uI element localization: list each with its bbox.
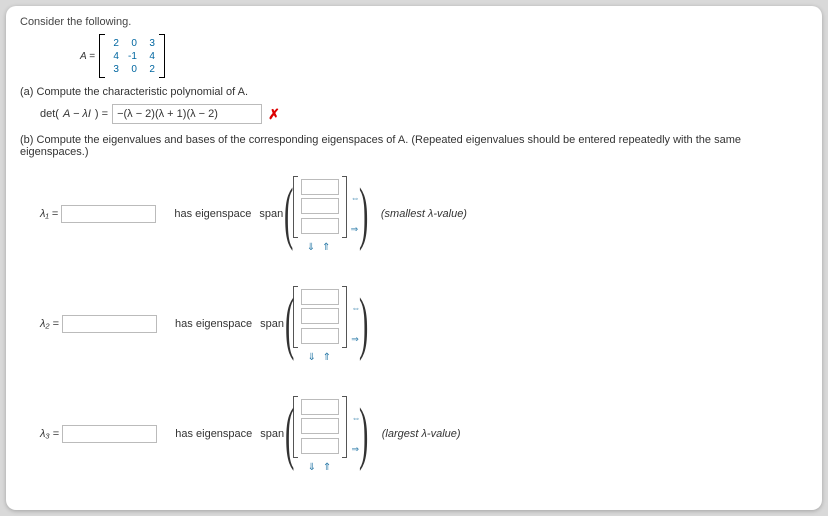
bracket-left xyxy=(99,34,105,78)
matrix-cell: 0 xyxy=(127,64,137,75)
part-b: (b) Compute the eigenvalues and bases of… xyxy=(20,134,808,484)
matrix-cell: 3 xyxy=(145,38,155,49)
eigvec1-entry-1[interactable] xyxy=(301,179,339,195)
span-text: span xyxy=(260,318,284,330)
incorrect-mark-icon: ✗ xyxy=(268,106,280,123)
lambda2-label: λ₂ xyxy=(40,318,50,330)
eigen-row-2: λ₂ = has eigenspace span ( ⇓ ⇑ xyxy=(40,274,808,374)
part-a-label: (a) Compute the characteristic polynomia… xyxy=(20,86,808,98)
largest-hint: (largest λ-value) xyxy=(382,428,461,440)
span-text: span xyxy=(260,428,284,440)
eigvec2-entry-2[interactable] xyxy=(301,308,339,324)
resize-vertical-icon[interactable]: ⇓ ⇑ xyxy=(308,352,334,363)
vec-bracket-right xyxy=(342,396,347,458)
vec-bracket-right xyxy=(342,176,347,238)
eigvec3-entry-3[interactable] xyxy=(301,438,339,454)
paren-left: ( xyxy=(285,399,294,469)
has-eigenspace-text: has eigenspace xyxy=(174,208,251,220)
eigen-row-3: λ₃ = has eigenspace span ( ⇓ ⇑ xyxy=(40,384,808,484)
paren-left: ( xyxy=(285,289,294,359)
matrix-cell: 4 xyxy=(145,51,155,62)
paren-right: ) xyxy=(359,399,368,469)
matrix-cell: 0 xyxy=(127,38,137,49)
equals: = xyxy=(53,428,59,440)
det-pre: det( xyxy=(40,108,59,120)
det-mid: A − λI xyxy=(63,108,91,120)
det-post: ) = xyxy=(95,108,108,120)
paren-left: ( xyxy=(284,179,293,249)
eigvec1-entry-2[interactable] xyxy=(301,198,339,214)
smallest-hint: (smallest λ-value) xyxy=(381,208,467,220)
lambda2-input[interactable] xyxy=(62,315,157,333)
has-eigenspace-text: has eigenspace xyxy=(175,318,252,330)
eigenvector-1-wrap: ⇓ ⇑ xyxy=(293,176,347,253)
matrix-cell: -1 xyxy=(127,51,137,62)
eigvec2-entry-1[interactable] xyxy=(301,289,339,305)
resize-vertical-icon[interactable]: ⇓ ⇑ xyxy=(307,242,333,253)
matrix-label: A = xyxy=(80,51,95,62)
matrix-definition: A = 2 0 3 4 -1 4 3 0 2 xyxy=(80,34,808,78)
vec-bracket-right xyxy=(342,286,347,348)
paren-right: ) xyxy=(359,289,368,359)
resize-vertical-icon[interactable]: ⇓ ⇑ xyxy=(308,462,334,473)
matrix-cell: 2 xyxy=(109,38,119,49)
lambda3-label: λ₃ xyxy=(40,428,50,440)
has-eigenspace-text: has eigenspace xyxy=(175,428,252,440)
eigen-row-1: λ₁ = has eigenspace span ( ⇓ ⇑ xyxy=(40,164,808,264)
matrix-cell: 3 xyxy=(109,64,119,75)
matrix-body: 2 0 3 4 -1 4 3 0 2 xyxy=(105,36,159,77)
matrix-cell: 4 xyxy=(109,51,119,62)
lambda3-input[interactable] xyxy=(62,425,157,443)
part-a: (a) Compute the characteristic polynomia… xyxy=(20,86,808,124)
lambda1-input[interactable] xyxy=(61,205,156,223)
eigvec1-entry-3[interactable] xyxy=(301,218,339,234)
equals: = xyxy=(53,318,59,330)
characteristic-poly-input[interactable] xyxy=(112,104,262,124)
question-panel: Consider the following. A = 2 0 3 4 -1 4… xyxy=(6,6,822,510)
equals: = xyxy=(52,208,58,220)
eigenvector-2-wrap: ⇓ ⇑ xyxy=(293,286,347,363)
eigvec3-entry-1[interactable] xyxy=(301,399,339,415)
prompt-text: Consider the following. xyxy=(20,16,808,28)
det-line: det( A − λI ) = ✗ xyxy=(40,104,808,124)
lambda1-label: λ₁ xyxy=(40,208,49,220)
eigenvector-3-wrap: ⇓ ⇑ xyxy=(293,396,347,473)
paren-right: ) xyxy=(359,179,368,249)
matrix-cell: 2 xyxy=(145,64,155,75)
eigvec3-entry-2[interactable] xyxy=(301,418,339,434)
bracket-right xyxy=(159,34,165,78)
eigvec2-entry-3[interactable] xyxy=(301,328,339,344)
span-text: span xyxy=(259,208,283,220)
part-b-label: (b) Compute the eigenvalues and bases of… xyxy=(20,134,808,158)
